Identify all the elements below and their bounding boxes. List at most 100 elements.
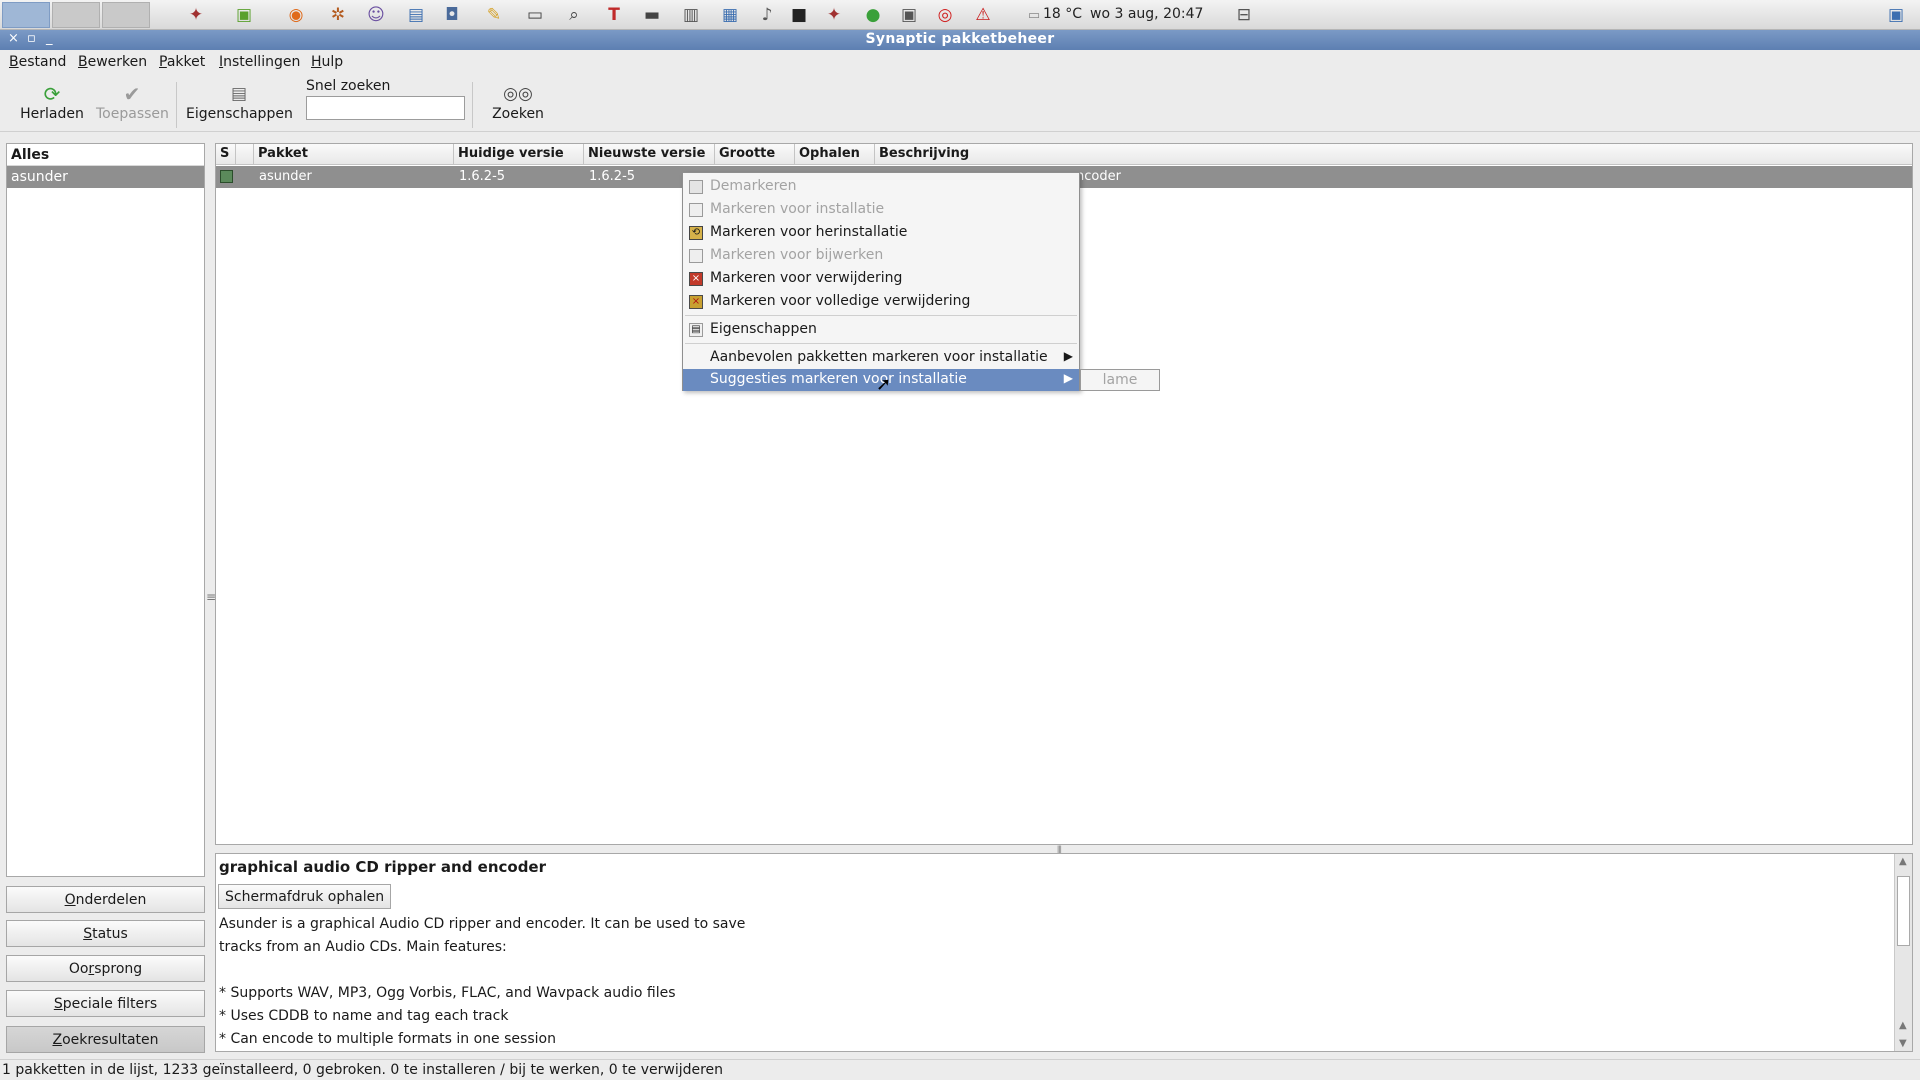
mouse-pointer-icon: ➚ <box>876 374 892 395</box>
column-download[interactable]: Ophalen <box>795 144 875 165</box>
chat-icon[interactable]: ☺ <box>364 3 388 27</box>
screen-icon[interactable]: ▣ <box>897 3 921 27</box>
scroll-up-icon[interactable]: ▲ <box>1899 856 1907 867</box>
menu-item-mark-reinstall[interactable]: ⟲ Markeren voor herinstallatie <box>683 222 1079 244</box>
reinstall-icon: ⟲ <box>689 226 703 240</box>
origin-button[interactable]: Oorsprong <box>6 955 205 982</box>
column-installed-version[interactable]: Huidige versie <box>454 144 584 165</box>
filter-list-header[interactable]: Alles <box>7 144 204 166</box>
filter-list: Alles asunder <box>6 143 205 877</box>
installed-version: 1.6.2-5 <box>459 169 506 184</box>
power-icon[interactable]: ◎ <box>933 3 957 27</box>
toolbar-separator <box>472 82 473 128</box>
menu-item-label: Suggesties markeren voor installatie <box>710 371 967 387</box>
column-support[interactable] <box>236 144 254 165</box>
menu-file[interactable]: Bestand <box>9 54 66 70</box>
install-icon <box>689 203 703 217</box>
column-latest-version[interactable]: Nieuwste versie <box>584 144 715 165</box>
menu-item-label: Markeren voor volledige verwijdering <box>710 293 971 309</box>
search-results-button[interactable]: Zoekresultaten <box>6 1026 205 1053</box>
menu-item-mark-remove[interactable]: × Markeren voor verwijdering <box>683 268 1079 290</box>
search-label: Zoeken <box>492 106 544 122</box>
menu-package[interactable]: Pakket <box>159 54 205 70</box>
menu-item-label: Demarkeren <box>710 178 797 194</box>
menu-edit[interactable]: Bewerken <box>78 54 147 70</box>
sections-accel: O <box>64 891 76 908</box>
status-bar: 1 pakketten in de lijst, 1233 geïnstalle… <box>0 1059 1920 1080</box>
warning-icon[interactable]: ⚠ <box>971 3 995 27</box>
mint-menu-icon[interactable]: ▣ <box>232 3 256 27</box>
column-description[interactable]: Beschrijving <box>875 144 1912 165</box>
volume-icon[interactable]: ♪ <box>755 3 779 27</box>
scroll-down-icon[interactable]: ▼ <box>1899 1038 1907 1049</box>
apply-check-icon: ✔ <box>123 82 141 106</box>
settings-gear-icon[interactable]: ✲ <box>326 3 350 27</box>
menu-file-label: estand <box>18 54 67 70</box>
search-results-accel: Z <box>52 1031 63 1048</box>
menu-item-mark-recommended[interactable]: Aanbevolen pakketten markeren voor insta… <box>683 347 1079 369</box>
package-update-icon[interactable]: ✦ <box>822 3 846 27</box>
menu-help[interactable]: Hulp <box>311 54 343 70</box>
menu-file-accel: B <box>9 54 19 70</box>
firefox-icon[interactable]: ◉ <box>284 3 308 27</box>
custom-filters-button[interactable]: Speciale filters <box>6 990 205 1017</box>
monitor-icon[interactable]: ■ <box>787 3 811 27</box>
status-button[interactable]: Status <box>6 920 205 947</box>
menu-item-label: Markeren voor herinstallatie <box>710 224 908 240</box>
details-text-line: Asunder is a graphical Audio CD ripper a… <box>219 916 746 932</box>
menu-item-unmark[interactable]: Demarkeren <box>683 176 1079 198</box>
reload-button[interactable]: ⟳ Herladen <box>18 82 86 130</box>
menu-item-mark-install[interactable]: Markeren voor installatie <box>683 199 1079 221</box>
search-button[interactable]: ◎◎ Zoeken <box>488 82 548 130</box>
package-name: asunder <box>259 169 312 184</box>
package-status-checkbox[interactable] <box>220 170 233 183</box>
toolbar-separator <box>176 82 177 128</box>
search-tool-icon[interactable]: ⌕ <box>562 3 586 27</box>
submenu-item-lame[interactable]: lame <box>1103 372 1138 388</box>
column-status[interactable]: S <box>216 144 236 165</box>
font-tool-icon[interactable]: T <box>602 3 626 27</box>
binoculars-icon: ◎◎ <box>503 84 533 104</box>
reload-label: Herladen <box>20 106 84 122</box>
properties-button[interactable]: ▤ Eigenschappen <box>186 82 293 130</box>
submenu-arrow-icon: ▶ <box>1063 371 1073 385</box>
menu-help-accel: H <box>311 54 322 70</box>
show-desktop-icon[interactable]: ▣ <box>1884 3 1908 27</box>
upgrade-icon <box>689 249 703 263</box>
details-scrollbar[interactable]: ▲ ▲ ▼ <box>1894 854 1912 1051</box>
sections-button[interactable]: Onderdelen <box>6 886 205 913</box>
menu-item-properties[interactable]: ▤ Eigenschappen <box>683 319 1079 341</box>
synaptic-launcher-icon[interactable]: ✦ <box>184 3 208 27</box>
get-screenshot-button[interactable]: Schermafdruk ophalen <box>218 884 392 909</box>
properties-icon: ▤ <box>230 84 248 104</box>
menu-item-label: Markeren voor bijwerken <box>710 247 884 263</box>
terminal-icon[interactable]: ◘ <box>440 3 464 27</box>
menu-item-mark-upgrade[interactable]: Markeren voor bijwerken <box>683 245 1079 267</box>
suggested-packages-submenu[interactable]: lame <box>1080 369 1160 391</box>
xbox-icon[interactable]: ● <box>861 3 885 27</box>
file-manager-icon[interactable]: ▤ <box>404 3 428 27</box>
menu-item-mark-purge[interactable]: × Markeren voor volledige verwijdering <box>683 291 1079 313</box>
text-editor-icon[interactable]: ✎ <box>482 3 506 27</box>
archive-icon[interactable]: ▭ <box>523 3 547 27</box>
scroll-down-icon[interactable]: ▲ <box>1899 1020 1907 1031</box>
filter-item-asunder[interactable]: asunder <box>7 166 204 188</box>
menu-item-label: Aanbevolen pakketten markeren voor insta… <box>710 349 1048 365</box>
menu-settings[interactable]: Instellingen <box>219 54 300 70</box>
disk-icon[interactable]: ▥ <box>679 3 703 27</box>
device-icon[interactable]: ▬ <box>640 3 664 27</box>
scrollbar-thumb[interactable] <box>1897 876 1910 946</box>
details-title: graphical audio CD ripper and encoder <box>219 858 547 876</box>
menu-separator <box>685 315 1077 316</box>
column-package[interactable]: Pakket <box>254 144 454 165</box>
network-icon[interactable]: ▦ <box>718 3 742 27</box>
quick-search-input[interactable] <box>306 96 465 120</box>
workspace-1[interactable] <box>2 2 50 28</box>
column-size[interactable]: Grootte <box>715 144 795 165</box>
network-status-icon[interactable]: ⊟ <box>1232 3 1256 27</box>
apply-button[interactable]: ✔ Toepassen <box>96 82 169 130</box>
submenu-arrow-icon: ▶ <box>1063 349 1073 363</box>
workspace-2[interactable] <box>52 2 100 28</box>
workspace-3[interactable] <box>102 2 150 28</box>
clock-text[interactable]: wo 3 aug, 20:47 <box>1090 6 1203 22</box>
